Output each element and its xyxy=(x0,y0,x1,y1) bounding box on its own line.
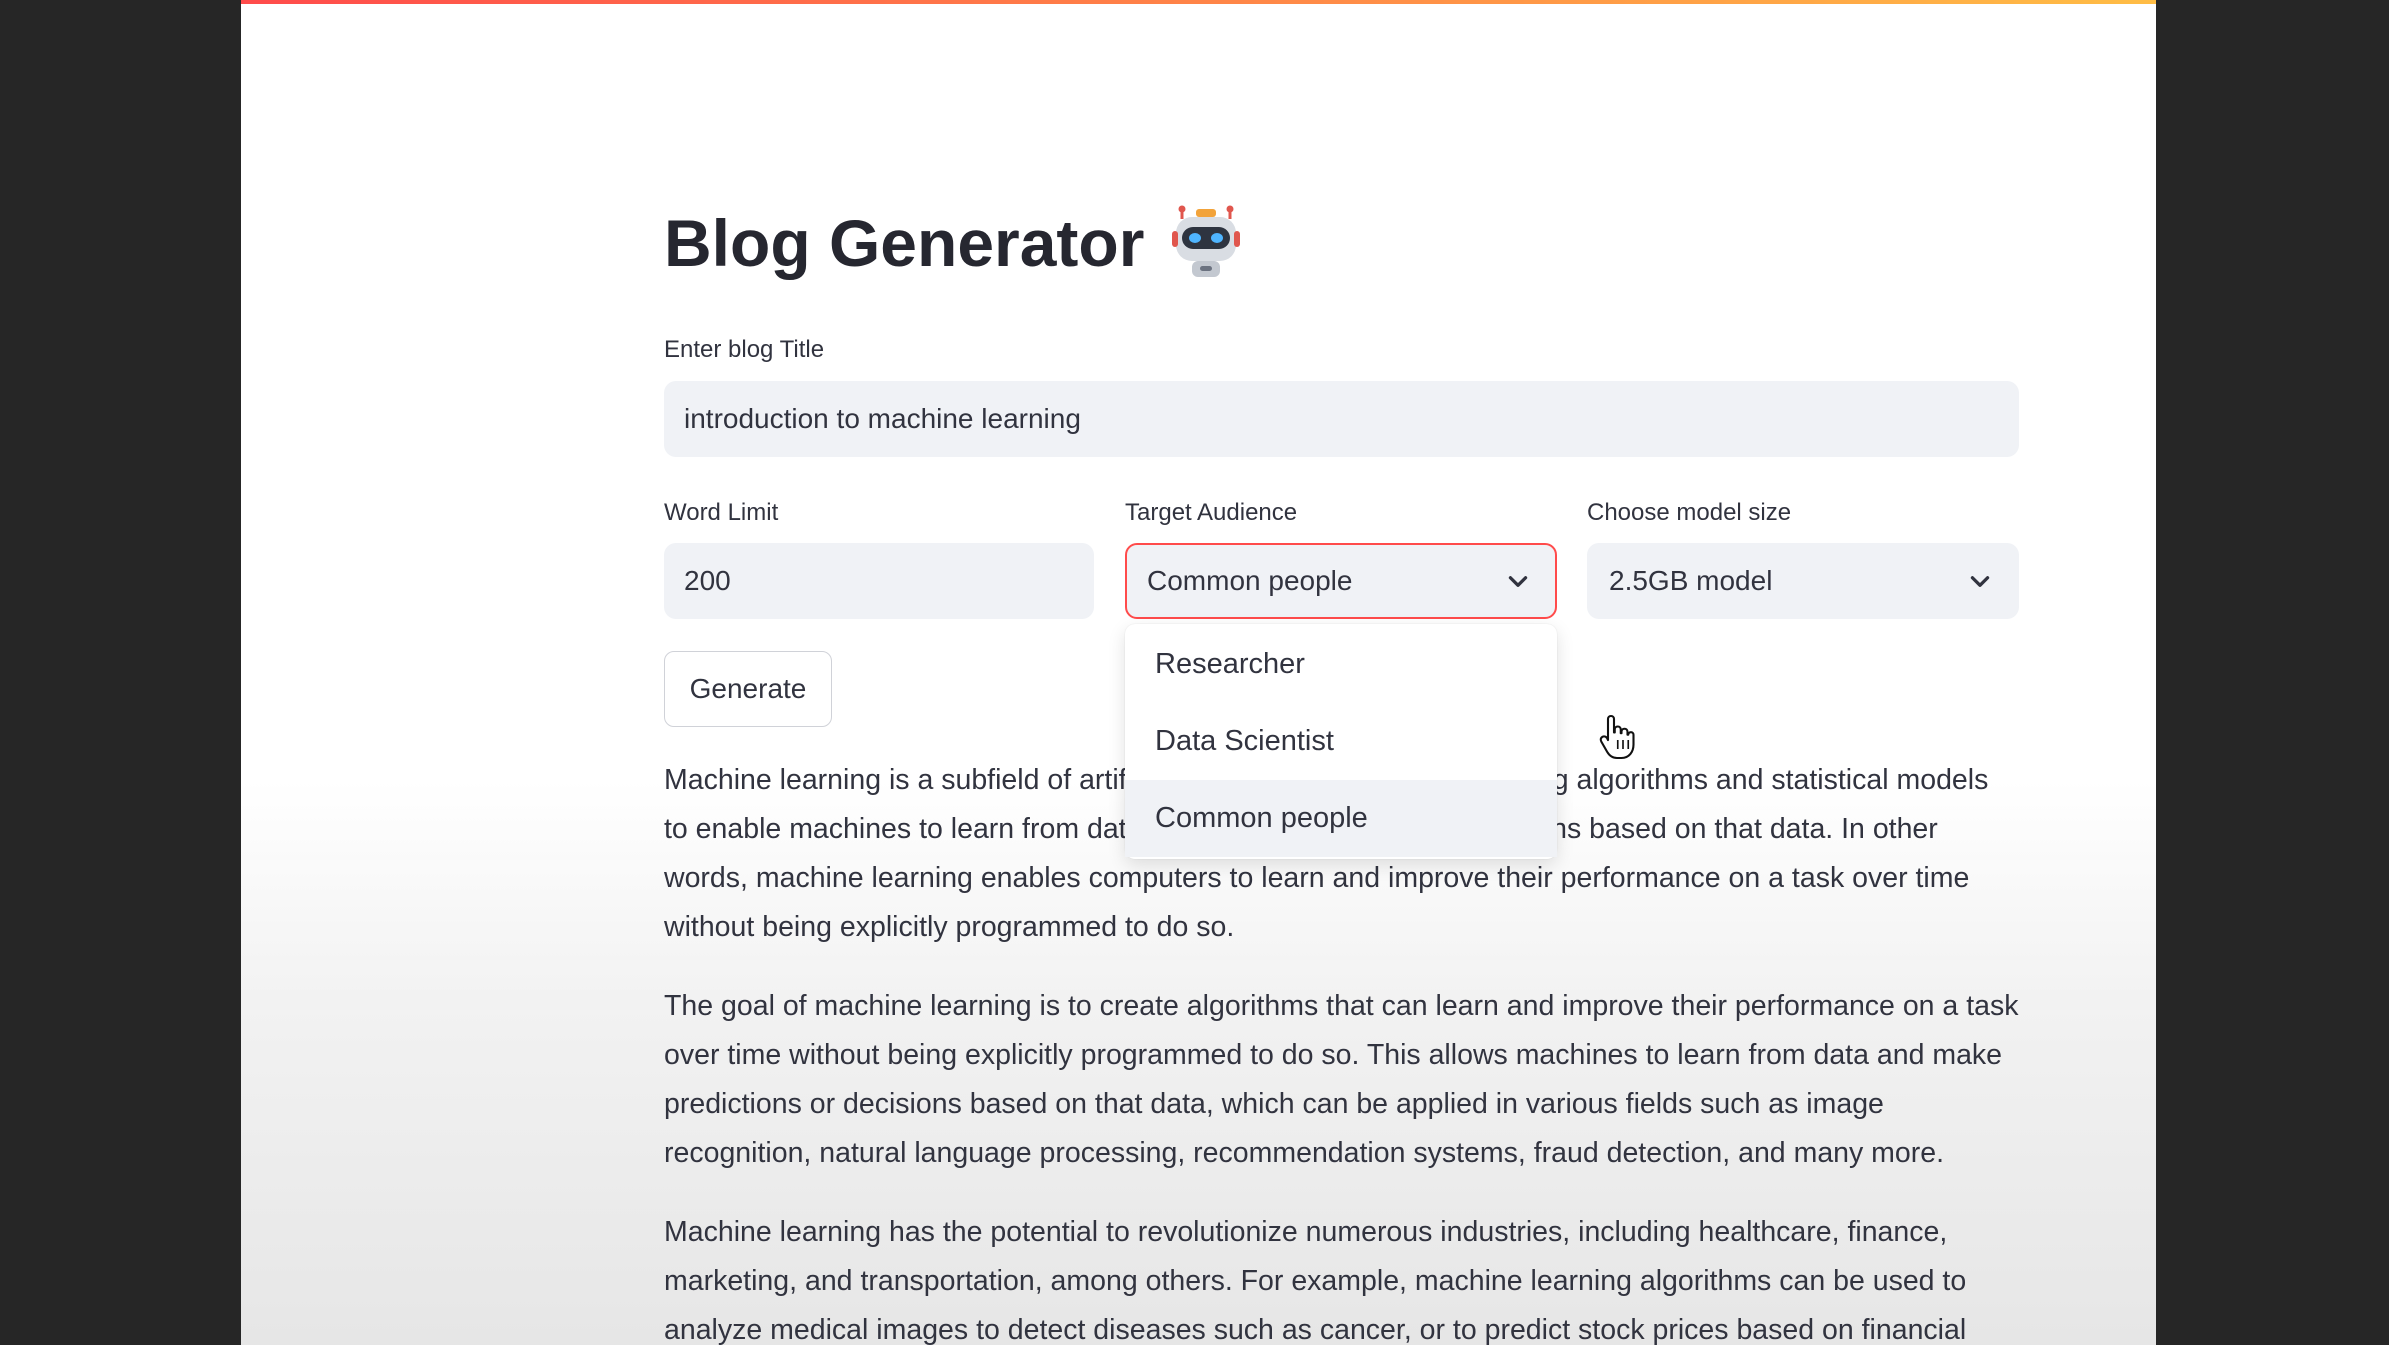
chevron-down-icon xyxy=(1970,576,1990,587)
dropdown-option-researcher[interactable]: Researcher xyxy=(1125,626,1557,703)
page-title: Blog Generator xyxy=(664,205,1244,281)
target-audience-dropdown: Researcher Data Scientist Common people xyxy=(1125,624,1557,859)
page-title-text: Blog Generator xyxy=(664,206,1145,280)
generate-button[interactable]: Generate xyxy=(664,651,832,727)
word-limit-field[interactable] xyxy=(664,543,1094,619)
blog-title-field[interactable] xyxy=(664,381,2019,457)
hand-pointer-icon xyxy=(1599,714,1635,760)
dropdown-option-data-scientist[interactable]: Data Scientist xyxy=(1125,703,1557,780)
blog-paragraph: The goal of machine learning is to creat… xyxy=(664,990,2019,1169)
chevron-down-icon xyxy=(1508,576,1528,587)
blog-title-input[interactable] xyxy=(684,403,2017,435)
main-content: Blog Generator Enter blog Title Word xyxy=(664,0,2019,1345)
target-audience-select[interactable]: Common people xyxy=(1125,543,1557,619)
blog-title-label: Enter blog Title xyxy=(664,336,825,363)
blog-paragraph: Machine learning has the potential to re… xyxy=(664,1216,1967,1345)
robot-icon xyxy=(1172,205,1241,277)
model-size-label: Choose model size xyxy=(1587,499,1792,526)
model-size-value: 2.5GB model xyxy=(1609,565,1773,596)
target-audience-label: Target Audience xyxy=(1125,499,1298,526)
model-size-select[interactable]: 2.5GB model xyxy=(1587,543,2019,619)
dropdown-option-common-people[interactable]: Common people xyxy=(1125,780,1557,857)
word-limit-label: Word Limit xyxy=(664,499,779,526)
app-window: Blog Generator Enter blog Title Word xyxy=(241,0,2156,1345)
word-limit-input[interactable] xyxy=(684,565,1092,597)
target-audience-value: Common people xyxy=(1147,565,1353,596)
